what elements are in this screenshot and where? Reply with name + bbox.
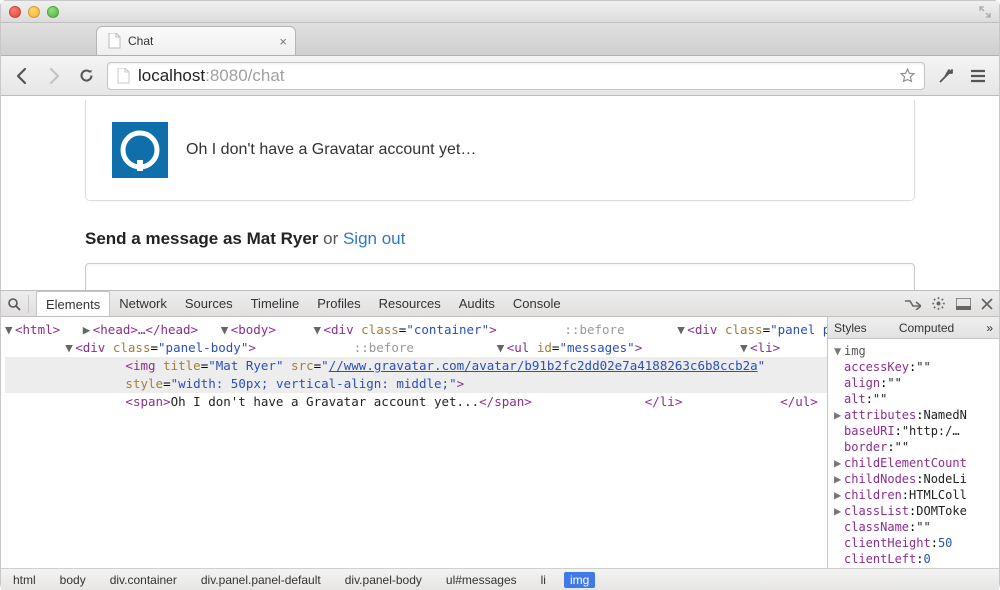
zoom-window-button[interactable] — [47, 6, 59, 18]
fullscreen-icon[interactable] — [979, 6, 991, 18]
tab-title: Chat — [128, 34, 153, 48]
avatar — [112, 122, 168, 178]
prop-row[interactable]: ▶attributes: NamedN — [834, 407, 993, 423]
more-tabs-icon[interactable]: » — [986, 321, 993, 335]
devtools-panel: Elements Network Sources Timeline Profil… — [1, 290, 999, 590]
page-icon — [107, 33, 121, 49]
browser-toolbar: localhost:8080/chat — [1, 56, 999, 96]
prop-row[interactable]: baseURI: "http:/… — [834, 423, 993, 439]
address-bar-url: localhost:8080/chat — [138, 66, 285, 86]
breadcrumb-item[interactable]: div.panel.panel-default — [195, 572, 327, 588]
devtools-close-icon[interactable] — [981, 298, 993, 310]
devtools-settings-icon[interactable] — [931, 296, 946, 311]
breadcrumb-item[interactable]: body — [54, 572, 92, 588]
devtools-tab-audits[interactable]: Audits — [450, 291, 504, 316]
devtools-sidebar: Styles Computed » ▼img accessKey: "" ali… — [827, 317, 999, 568]
devtools-tab-console[interactable]: Console — [504, 291, 570, 316]
devtools-tabbar: Elements Network Sources Timeline Profil… — [1, 291, 999, 317]
breadcrumb-item[interactable]: ul#messages — [440, 572, 523, 588]
devtools-tab-network[interactable]: Network — [110, 291, 176, 316]
back-button[interactable] — [11, 65, 33, 87]
prop-row[interactable]: ▶children: HTMLColl — [834, 487, 993, 503]
extension-icon[interactable] — [935, 65, 957, 87]
compose-prompt-label: Send a message as Mat Ryer — [85, 229, 318, 248]
devtools-search-icon[interactable] — [7, 297, 21, 311]
breadcrumb-item[interactable]: div.panel-body — [339, 572, 428, 588]
breadcrumb-item[interactable]: div.container — [104, 572, 183, 588]
window-titlebar — [1, 1, 999, 23]
devtools-breadcrumb: html body div.container div.panel.panel-def… — [1, 568, 999, 590]
breadcrumb-item[interactable]: html — [7, 572, 42, 588]
breadcrumb-item[interactable]: li — [535, 572, 552, 588]
close-window-button[interactable] — [9, 6, 21, 18]
prop-row[interactable]: clientLeft: 0 — [834, 551, 993, 567]
devtools-tab-sources[interactable]: Sources — [176, 291, 242, 316]
page-icon — [116, 68, 130, 84]
minimize-window-button[interactable] — [28, 6, 40, 18]
bookmark-star-icon[interactable] — [899, 67, 916, 84]
page-viewport: Oh I don't have a Gravatar account yet… … — [1, 96, 999, 290]
prop-row[interactable]: ▶childElementCount — [834, 455, 993, 471]
prop-row[interactable]: ▶childNodes: NodeLi — [834, 471, 993, 487]
message-input[interactable] — [85, 263, 915, 290]
prop-row[interactable]: ▶classList: DOMToke — [834, 503, 993, 519]
browser-tabstrip: Chat × — [1, 23, 999, 56]
prop-row[interactable]: clientHeight: 50 — [834, 535, 993, 551]
devtools-tab-resources[interactable]: Resources — [370, 291, 450, 316]
devtools-properties[interactable]: ▼img accessKey: "" align: "" alt: ""▶att… — [828, 339, 999, 568]
sign-out-link[interactable]: Sign out — [343, 229, 405, 248]
prop-row[interactable]: className: "" — [834, 519, 993, 535]
styles-tab[interactable]: Styles — [834, 321, 867, 335]
breadcrumb-item[interactable]: img — [564, 572, 595, 588]
devtools-drawer-icon[interactable] — [905, 297, 921, 310]
browser-tab[interactable]: Chat × — [96, 26, 296, 55]
devtools-tab-timeline[interactable]: Timeline — [242, 291, 309, 316]
compose-prompt: Send a message as Mat Ryer or Sign out — [85, 229, 915, 249]
menu-icon[interactable] — [967, 65, 989, 87]
devtools-dom-tree[interactable]: ▼<html> ▶<head>…</head> ▼<body> ▼<div cl… — [1, 317, 827, 568]
prop-row[interactable]: border: "" — [834, 439, 993, 455]
traffic-lights — [9, 6, 59, 18]
forward-button[interactable] — [43, 65, 65, 87]
devtools-tab-profiles[interactable]: Profiles — [308, 291, 369, 316]
address-bar[interactable]: localhost:8080/chat — [107, 62, 925, 90]
compose-prompt-or: or — [318, 229, 343, 248]
prop-row[interactable]: align: "" — [834, 375, 993, 391]
devtools-tab-elements[interactable]: Elements — [36, 291, 110, 316]
prop-row[interactable]: accessKey: "" — [834, 359, 993, 375]
computed-tab[interactable]: Computed — [899, 321, 954, 335]
chat-message-panel: Oh I don't have a Gravatar account yet… — [85, 100, 915, 201]
reload-button[interactable] — [75, 65, 97, 87]
tab-close-icon[interactable]: × — [279, 34, 287, 49]
chat-message-text: Oh I don't have a Gravatar account yet… — [186, 141, 476, 159]
prop-row[interactable]: alt: "" — [834, 391, 993, 407]
devtools-dock-icon[interactable] — [956, 298, 971, 310]
devtools-sidebar-tabs: Styles Computed » — [828, 317, 999, 339]
